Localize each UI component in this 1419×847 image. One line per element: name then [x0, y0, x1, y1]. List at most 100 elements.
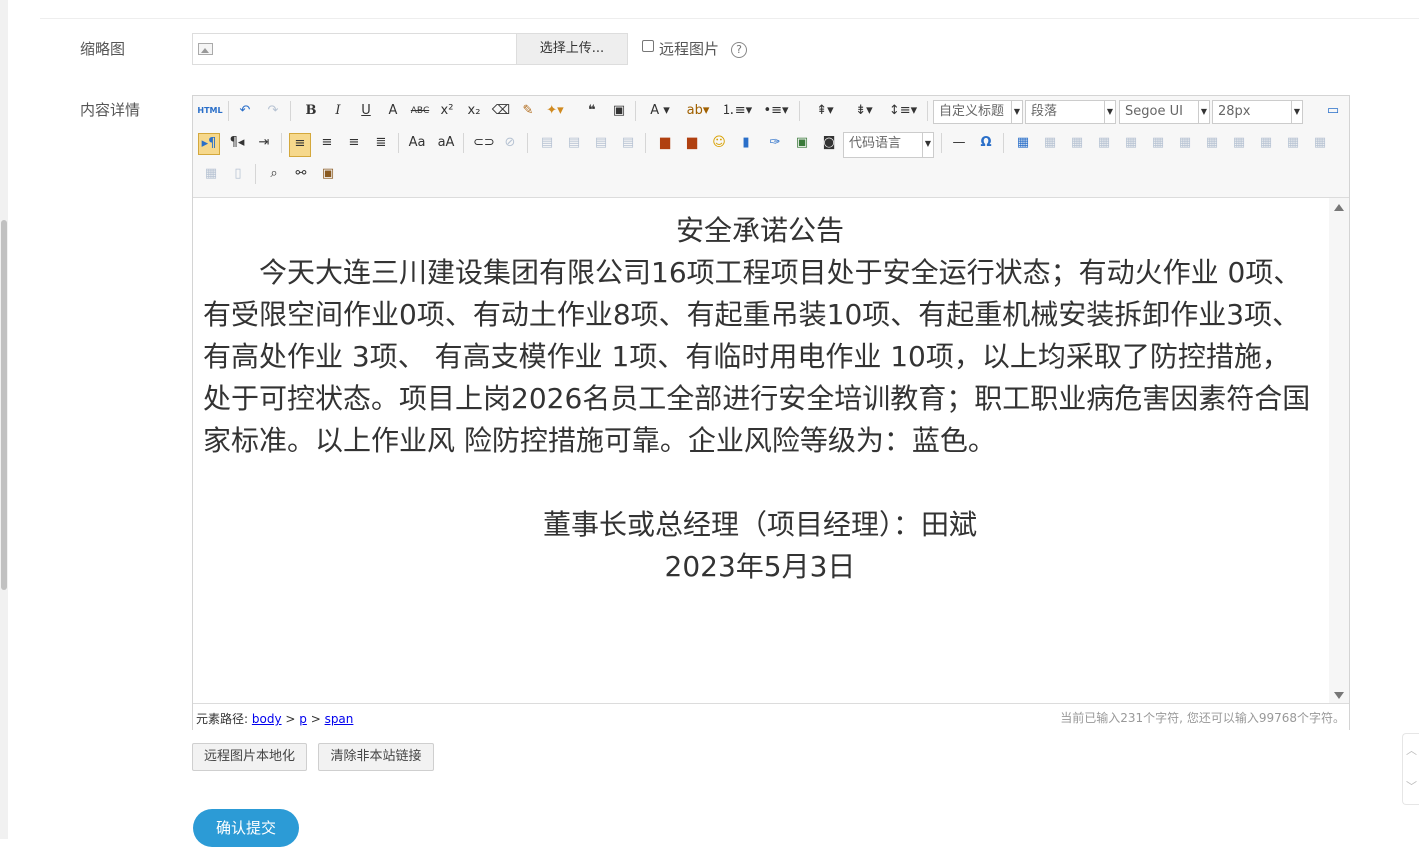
localize-remote-images-button[interactable]: 远程图片本地化: [192, 743, 307, 771]
row-spacing-top-icon[interactable]: ⇞▾: [808, 101, 842, 121]
background-color-icon[interactable]: ab▾: [683, 101, 713, 121]
floating-scroll-widget[interactable]: ︿ ﹀: [1402, 733, 1419, 805]
print-icon[interactable]: ▯: [228, 164, 248, 184]
insert-paragraph-before-table-icon[interactable]: ▦: [1067, 133, 1087, 153]
chevron-down-icon[interactable]: ﹀: [1406, 778, 1417, 794]
direction-ltr-icon[interactable]: ▸¶: [198, 133, 220, 155]
image-left-icon[interactable]: ▤: [564, 133, 584, 153]
link-icon[interactable]: ⊂⊃: [473, 133, 495, 153]
delete-col-icon[interactable]: ▦: [1175, 133, 1195, 153]
split-rows-icon[interactable]: ▦: [1310, 133, 1330, 153]
paste-plain-icon[interactable]: ▣: [609, 101, 629, 121]
editor-scrollbar[interactable]: [1329, 198, 1349, 703]
editor-content-area[interactable]: 安全承诺公告 今天大连三川建设集团有限公司16项工程项目处于安全运行状态；有动火…: [193, 198, 1327, 703]
lowercase-icon[interactable]: aA: [436, 133, 456, 153]
line-height-icon[interactable]: ↕≡▾: [886, 101, 920, 121]
eraser-icon[interactable]: ⌫: [491, 101, 511, 121]
attachment-icon[interactable]: ✑: [765, 133, 785, 153]
format-brush-icon[interactable]: ✎: [518, 101, 538, 121]
clear-external-links-button[interactable]: 清除非本站链接: [318, 743, 434, 771]
uppercase-icon[interactable]: Aa: [407, 133, 427, 153]
underline-icon[interactable]: U: [356, 101, 376, 121]
remote-image-label: 远程图片: [659, 40, 720, 58]
font-family-select[interactable]: Segoe UI ▼: [1119, 100, 1210, 124]
path-link-p[interactable]: p: [299, 712, 307, 726]
ordered-list-icon[interactable]: ⒈≡▾: [720, 101, 754, 121]
thumbnail-input[interactable]: [192, 33, 516, 65]
page-scrollbar[interactable]: [0, 0, 8, 839]
code-language-value: 代码语言: [849, 136, 902, 151]
italic-icon[interactable]: I: [328, 101, 348, 121]
special-chars-icon[interactable]: Ω: [976, 133, 996, 153]
insert-table-icon[interactable]: ▦: [1013, 133, 1033, 153]
font-border-icon[interactable]: A: [383, 101, 403, 121]
page-scrollbar-thumb[interactable]: [1, 220, 7, 590]
font-color-icon[interactable]: A ▾: [645, 101, 675, 121]
redo-icon[interactable]: ↷: [263, 101, 283, 121]
blockquote-icon[interactable]: ❝: [582, 101, 602, 121]
horizontal-rule-icon[interactable]: —: [949, 133, 969, 153]
superscript-icon[interactable]: x²: [437, 101, 457, 121]
simple-upload-icon[interactable]: ▆: [655, 133, 675, 153]
remote-image-checkbox[interactable]: [642, 40, 654, 52]
align-left-icon[interactable]: ≡: [289, 133, 311, 157]
toolbar-separator: [398, 133, 399, 153]
merge-right-icon[interactable]: ▦: [1229, 133, 1249, 153]
subscript-icon[interactable]: x₂: [464, 101, 484, 121]
custom-title-select[interactable]: 自定义标题 ▼: [933, 100, 1023, 124]
element-path-label: 元素路径:: [196, 712, 249, 726]
split-cells-icon[interactable]: ▦: [1283, 133, 1303, 153]
insert-image-icon[interactable]: ▆: [682, 133, 702, 153]
row-spacing-bottom-icon[interactable]: ⇟▾: [847, 101, 881, 121]
preview-icon[interactable]: ⌕: [264, 164, 284, 184]
path-link-body[interactable]: body: [252, 712, 282, 726]
unlink-icon[interactable]: ⊘: [500, 133, 520, 153]
delete-table-icon[interactable]: ▦: [1040, 133, 1060, 153]
merge-down-icon[interactable]: ▦: [1256, 133, 1276, 153]
font-size-select[interactable]: 28px ▼: [1212, 100, 1303, 124]
paragraph-select[interactable]: 段落 ▼: [1025, 100, 1116, 124]
emotion-icon[interactable]: ☺: [709, 133, 729, 153]
direction-rtl-icon[interactable]: ¶◂: [227, 133, 247, 153]
drafts-icon[interactable]: ▣: [318, 164, 338, 184]
scroll-down-icon[interactable]: [1334, 692, 1344, 699]
html-source-button[interactable]: HTML: [197, 101, 223, 121]
align-center-icon[interactable]: ≡: [317, 133, 337, 153]
image-none-icon[interactable]: ▤: [537, 133, 557, 153]
date-line: 2023年5月3日: [664, 550, 856, 583]
undo-icon[interactable]: ↶: [235, 101, 255, 121]
rich-text-editor[interactable]: HTML ↶ ↷ B I U A ABC x² x₂ ⌫ ✎ ✦▾ ❝ ▣ A …: [192, 95, 1350, 730]
align-justify-icon[interactable]: ≣: [371, 133, 391, 153]
map-icon[interactable]: ▣: [792, 133, 812, 153]
chevron-up-icon[interactable]: ︿: [1406, 742, 1417, 758]
thumbnail-label: 缩略图: [80, 40, 126, 58]
auto-format-icon[interactable]: ✦▾: [545, 101, 565, 121]
insert-video-icon[interactable]: ▮: [736, 133, 756, 153]
fullscreen-icon[interactable]: ▭: [1323, 101, 1343, 121]
image-right-icon[interactable]: ▤: [591, 133, 611, 153]
insert-col-icon[interactable]: ▦: [1148, 133, 1168, 153]
image-center-icon[interactable]: ▤: [618, 133, 638, 153]
toolbar-separator: [463, 133, 464, 153]
strikethrough-icon[interactable]: ABC: [410, 101, 430, 121]
scroll-up-icon[interactable]: [1334, 204, 1344, 211]
split-cols-icon[interactable]: ▦: [201, 164, 221, 184]
bold-icon[interactable]: B: [301, 101, 321, 121]
align-right-icon[interactable]: ≡: [344, 133, 364, 153]
toolbar-separator: [645, 133, 646, 153]
word-count: 当前已输入231个字符, 您还可以输入99768个字符。: [1060, 711, 1345, 725]
unordered-list-icon[interactable]: •≡▾: [759, 101, 793, 121]
submit-button[interactable]: 确认提交: [193, 809, 299, 847]
search-replace-icon[interactable]: ⚯: [291, 164, 311, 184]
code-language-select[interactable]: 代码语言 ▼: [843, 132, 934, 158]
help-icon[interactable]: ?: [731, 42, 747, 58]
insert-frame-icon[interactable]: ◙: [819, 133, 839, 153]
paragraph-value: 段落: [1031, 104, 1058, 119]
indent-icon[interactable]: ⇥: [254, 133, 274, 153]
announcement-title: 安全承诺公告: [675, 214, 844, 247]
insert-row-icon[interactable]: ▦: [1094, 133, 1114, 153]
delete-row-icon[interactable]: ▦: [1121, 133, 1141, 153]
path-link-span[interactable]: span: [325, 712, 354, 726]
merge-cells-icon[interactable]: ▦: [1202, 133, 1222, 153]
upload-button[interactable]: 选择上传...: [516, 33, 628, 65]
